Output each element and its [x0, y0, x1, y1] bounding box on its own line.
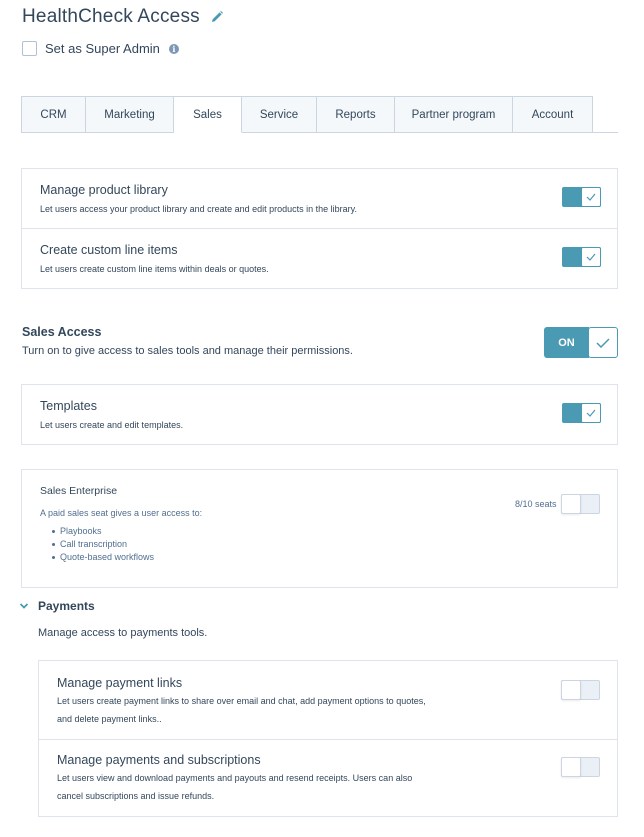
permission-row: Create custom line items Let users creat… [22, 229, 617, 289]
feature-list: Playbooks Call transcription Quote-based… [51, 525, 155, 564]
payments-card: Manage payment links Let users create pa… [38, 660, 618, 817]
permission-description: Let users view and download payments and… [57, 773, 413, 783]
tab-sales[interactable]: Sales [174, 96, 242, 133]
toggle-on-label: ON [544, 327, 589, 358]
sales-access-description: Turn on to give access to sales tools an… [22, 345, 353, 357]
super-admin-option: Set as Super Admin i [22, 41, 179, 56]
manage-product-library-toggle[interactable] [562, 187, 601, 207]
create-custom-line-items-toggle[interactable] [562, 247, 601, 267]
permission-title: Create custom line items [40, 243, 178, 257]
check-icon [581, 247, 601, 267]
permission-title: Manage product library [40, 183, 168, 197]
payments-title: Payments [38, 599, 95, 613]
check-icon [581, 187, 601, 207]
info-icon[interactable]: i [168, 43, 179, 54]
payments-description: Manage access to payments tools. [38, 627, 208, 639]
permission-row: Templates Let users create and edit temp… [22, 385, 617, 444]
tab-account[interactable]: Account [513, 96, 593, 133]
sales-enterprise-toggle[interactable] [561, 494, 600, 514]
manage-payments-subscriptions-toggle[interactable] [561, 757, 600, 777]
permission-description: Let users access your product library an… [40, 204, 357, 214]
permission-description: and delete payment links.. [57, 714, 162, 724]
permission-title: Manage payments and subscriptions [57, 753, 261, 767]
list-item: Playbooks [51, 525, 154, 538]
list-item: Quote-based workflows [51, 552, 155, 562]
tab-partner-program[interactable]: Partner program [395, 96, 513, 133]
templates-toggle[interactable] [562, 403, 601, 423]
templates-description: Let users create and edit templates. [40, 420, 184, 430]
list-item: Call transcription [51, 538, 154, 551]
sales-enterprise-description: A paid sales seat gives a user access to… [40, 508, 203, 518]
check-icon [588, 327, 618, 358]
sales-enterprise-title: Sales Enterprise [40, 485, 118, 497]
permission-description: cancel subscriptions and issue refunds. [57, 791, 215, 801]
tab-reports[interactable]: Reports [317, 96, 395, 133]
super-admin-checkbox[interactable] [22, 41, 37, 56]
product-permissions-card: Manage product library Let users access … [21, 168, 618, 289]
tab-marketing[interactable]: Marketing [86, 96, 174, 133]
seats-count: 8/10 seats [515, 499, 557, 509]
check-icon [581, 403, 601, 423]
tab-crm[interactable]: CRM [21, 96, 86, 133]
header: HealthCheck Access [22, 6, 224, 28]
templates-card: Templates Let users create and edit temp… [21, 384, 618, 445]
permission-row: Manage payment links Let users create pa… [39, 661, 617, 740]
sales-enterprise-card: Sales Enterprise A paid sales seat gives… [21, 469, 618, 588]
permission-row: Manage product library Let users access … [22, 169, 617, 229]
templates-title: Templates [40, 399, 97, 413]
chevron-down-icon[interactable] [19, 601, 29, 611]
permission-description: Let users create payment links to share … [57, 696, 426, 706]
permission-tabs: CRM Marketing Sales Service Reports Part… [21, 96, 593, 133]
permission-row: Manage payments and subscriptions Let us… [39, 740, 617, 817]
page-title: HealthCheck Access [22, 6, 200, 27]
permission-description: Let users create custom line items withi… [40, 264, 269, 274]
payments-header[interactable]: Payments [19, 599, 95, 613]
sales-access-toggle[interactable]: ON [544, 327, 618, 358]
sales-access-title: Sales Access [22, 325, 102, 339]
pencil-icon[interactable] [210, 10, 224, 24]
tabs-divider [592, 132, 618, 133]
tab-service[interactable]: Service [242, 96, 317, 133]
permission-title: Manage payment links [57, 676, 183, 690]
super-admin-label[interactable]: Set as Super Admin [45, 41, 160, 56]
manage-payment-links-toggle[interactable] [561, 680, 600, 700]
